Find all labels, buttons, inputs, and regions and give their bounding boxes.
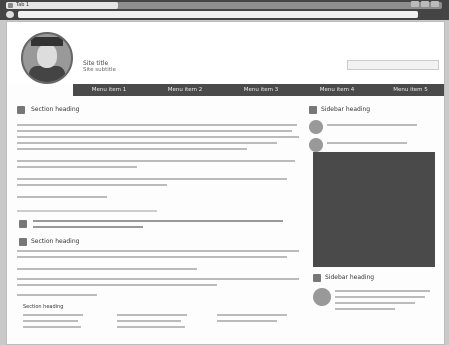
text-line: [17, 142, 277, 144]
logo-face: [37, 44, 57, 68]
text-line: [335, 302, 415, 304]
text-line: [17, 294, 97, 296]
logo-cap: [31, 37, 63, 46]
text-line: [17, 256, 287, 258]
text-line[interactable]: [327, 142, 407, 144]
link-line[interactable]: [17, 184, 167, 186]
sidebar-icon: [313, 274, 321, 282]
browser-tab-active[interactable]: Tab 1: [6, 2, 118, 9]
text-line: [17, 148, 247, 150]
menu-item-4[interactable]: Menu item 4: [301, 84, 373, 96]
list-line[interactable]: [117, 314, 187, 316]
list-line[interactable]: [23, 320, 78, 322]
text-line: [17, 130, 292, 132]
menu-item-3[interactable]: Menu item 3: [225, 84, 297, 96]
text-line: [17, 196, 107, 198]
text-line: [17, 250, 299, 252]
link-line[interactable]: [33, 226, 143, 228]
sidebar-lower: Sidebar heading: [313, 274, 435, 334]
list-line[interactable]: [23, 314, 83, 316]
list-line[interactable]: [117, 326, 185, 328]
search-input[interactable]: [347, 60, 439, 70]
link-line[interactable]: [33, 220, 283, 222]
list-line[interactable]: [117, 320, 181, 322]
text-line: [17, 210, 157, 212]
text-line: [335, 296, 425, 298]
text-line: [17, 160, 295, 162]
text-line: [17, 124, 297, 126]
web-page: Site title Site subtitle Menu item 1 Men…: [6, 21, 445, 345]
thumbnail-image[interactable]: [309, 120, 323, 134]
main-menu: Menu item 1 Menu item 2 Menu item 3 Menu…: [73, 84, 444, 96]
close-icon[interactable]: [431, 1, 439, 7]
logo-gown: [29, 66, 65, 82]
section-title: Section heading: [31, 106, 80, 113]
menu-item-2[interactable]: Menu item 2: [149, 84, 221, 96]
document-icon: [17, 106, 25, 114]
link-line[interactable]: [17, 178, 287, 180]
document-icon: [19, 238, 27, 246]
text-line: [17, 136, 299, 138]
window-controls: [409, 1, 441, 9]
list-line[interactable]: [23, 326, 81, 328]
site-subtitle: Site subtitle: [83, 67, 116, 73]
menu-item-5[interactable]: Menu item 5: [377, 84, 444, 96]
site-logo: [21, 32, 73, 84]
thumbnail-image[interactable]: [313, 288, 331, 306]
address-bar[interactable]: [18, 11, 418, 18]
text-line: [17, 268, 197, 270]
thumbnail-image[interactable]: [309, 138, 323, 152]
list-line[interactable]: [217, 314, 287, 316]
text-line: [335, 290, 430, 292]
text-line: [17, 278, 299, 280]
text-line: [335, 308, 395, 310]
sidebar-title: Sidebar heading: [321, 106, 371, 113]
sidebar-banner[interactable]: [313, 152, 435, 267]
site-title: Site title: [83, 60, 109, 67]
sidebar-title: Sidebar heading: [325, 274, 375, 281]
sidebar-icon: [309, 106, 317, 114]
back-button[interactable]: [6, 11, 14, 18]
document-icon: [19, 220, 27, 228]
section-title: Section heading: [31, 238, 80, 245]
favicon-icon: [8, 3, 13, 8]
minimize-icon[interactable]: [411, 1, 419, 7]
text-line[interactable]: [327, 124, 417, 126]
text-line: [17, 284, 217, 286]
maximize-icon[interactable]: [421, 1, 429, 7]
site-header: Site title Site subtitle: [7, 22, 444, 84]
list-line[interactable]: [217, 320, 277, 322]
text-line: [17, 166, 137, 168]
section-title: Section heading: [23, 304, 64, 310]
main-column: Section heading Section heading Section …: [17, 104, 302, 334]
menu-item-1[interactable]: Menu item 1: [73, 84, 145, 96]
